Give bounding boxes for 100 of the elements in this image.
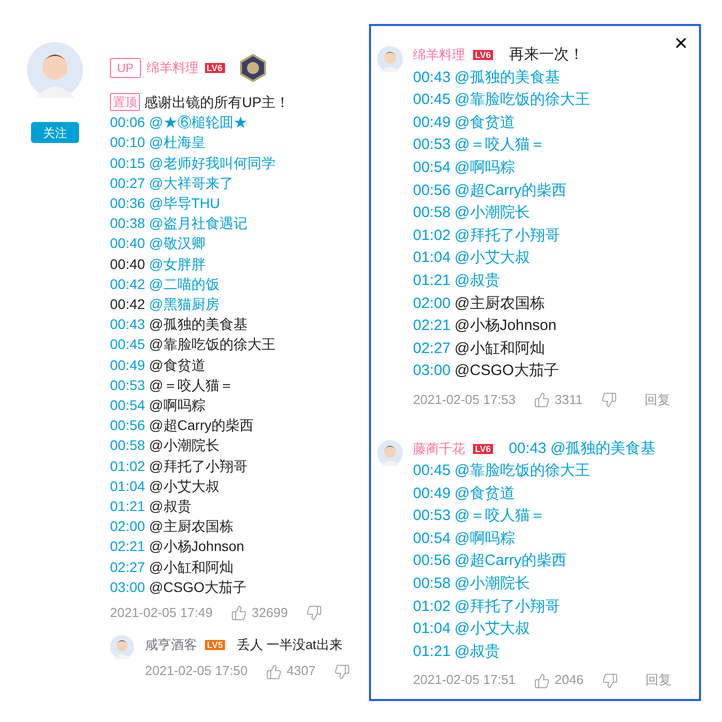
timestamp-link[interactable]: 00:38 — [110, 213, 146, 234]
reply-link[interactable]: 回复 — [644, 388, 671, 412]
mention-link[interactable]: @孤独的美食基 — [454, 66, 560, 90]
thumbs-down-icon[interactable] — [334, 664, 350, 680]
timestamp-link[interactable]: 01:21 — [413, 270, 451, 293]
timestamp-link[interactable]: 01:21 — [413, 640, 451, 664]
timestamp-link[interactable]: 00:56 — [110, 415, 146, 436]
timestamp-link[interactable]: 00:43 — [508, 438, 546, 460]
mention-link[interactable]: @老师好我叫何同学 — [149, 152, 276, 173]
comment-text: 再来一次！ — [508, 45, 584, 65]
timestamp-link[interactable]: 01:04 — [413, 247, 451, 270]
timestamp-link[interactable]: 00:36 — [110, 193, 146, 214]
timestamp-link[interactable]: 00:10 — [110, 132, 146, 153]
timestamp-link[interactable]: 02:00 — [110, 516, 146, 536]
mention-link[interactable]: @毕导THU — [149, 193, 220, 214]
timestamp-link[interactable]: 00:42 — [110, 294, 146, 314]
thumbs-up-icon[interactable] — [534, 392, 550, 408]
follow-button[interactable]: 关注 — [31, 122, 79, 143]
thumbs-up-icon[interactable] — [266, 664, 282, 680]
mention-link[interactable]: @靠脸吃饭的徐大王 — [454, 460, 590, 483]
timestamp-link[interactable]: 00:56 — [413, 550, 451, 574]
close-icon[interactable] — [673, 35, 689, 51]
timestamp-link[interactable]: 03:00 — [110, 576, 146, 598]
timestamp-link[interactable]: 00:54 — [413, 156, 451, 180]
timestamp-link[interactable]: 01:04 — [413, 618, 451, 641]
mention-link[interactable]: @超Carry的柴西 — [454, 180, 566, 202]
timestamp-link[interactable]: 01:04 — [110, 476, 146, 496]
timestamp-link[interactable]: 02:27 — [413, 338, 451, 360]
username[interactable]: 咸亨酒客 — [145, 635, 197, 656]
thumbs-up-icon[interactable] — [534, 672, 550, 689]
timestamp-link[interactable]: 00:49 — [413, 112, 451, 134]
timestamp-link[interactable]: 00:40 — [110, 233, 146, 254]
comment-date: 2021-02-05 17:51 — [413, 671, 516, 690]
timestamp-link[interactable]: 00:45 — [413, 89, 451, 112]
thumbs-up-icon[interactable] — [230, 605, 247, 622]
mention-link[interactable]: @大祥哥来了 — [149, 172, 234, 194]
timestamp-link[interactable]: 00:49 — [110, 354, 146, 375]
timestamp-link[interactable]: 00:53 — [110, 374, 146, 396]
timestamp-link[interactable]: 00:53 — [413, 505, 451, 528]
mention-link[interactable]: @女胖胖 — [149, 254, 206, 274]
timestamp-link[interactable]: 00:54 — [413, 528, 451, 550]
mention-link[interactable]: @小潮院长 — [454, 573, 530, 596]
mention-link[interactable]: @超Carry的柴西 — [454, 550, 566, 574]
mention-link[interactable]: @★⑥槌轮囬★ — [149, 112, 248, 132]
timestamp-link[interactable]: 00:58 — [413, 573, 451, 596]
mention-link[interactable]: @啊吗粽 — [454, 528, 515, 550]
mention-link[interactable]: @食贫道 — [454, 482, 515, 506]
mention-link[interactable]: @＝咬人猫＝ — [454, 134, 545, 157]
username[interactable]: 绵羊料理 — [146, 58, 199, 78]
timestamp-link[interactable]: 00:43 — [413, 66, 451, 90]
timestamp-link[interactable]: 00:43 — [110, 314, 146, 334]
timestamp-link[interactable]: 02:21 — [413, 315, 451, 338]
timestamp-link[interactable]: 00:45 — [110, 334, 146, 355]
mention-link[interactable]: @食贫道 — [454, 112, 515, 134]
timestamp-link[interactable]: 00:49 — [413, 482, 451, 506]
timestamp-link[interactable]: 01:02 — [110, 456, 146, 476]
thumbs-down-icon[interactable] — [600, 392, 617, 408]
mention-text: @＝咬人猫＝ — [149, 376, 234, 395]
like-count: 4307 — [286, 662, 316, 680]
mention-link[interactable]: @叔贵 — [454, 270, 500, 293]
timestamp-link[interactable]: 00:45 — [413, 460, 451, 483]
mention-link[interactable]: @盗月社食遇记 — [149, 213, 248, 234]
timestamp-link[interactable]: 00:40 — [110, 254, 146, 274]
timestamp-link[interactable]: 03:00 — [413, 360, 451, 383]
timestamp-link[interactable]: 00:56 — [413, 180, 451, 202]
timestamp-link[interactable]: 01:02 — [413, 224, 451, 248]
mention-link[interactable]: @靠脸吃饭的徐大王 — [454, 89, 590, 112]
mention-link[interactable]: @小潮院长 — [454, 202, 530, 225]
timestamp-link[interactable]: 01:02 — [413, 596, 451, 618]
mention-link[interactable]: @＝咬人猫＝ — [454, 505, 545, 528]
timestamp-link[interactable]: 01:21 — [110, 496, 146, 516]
mention-link[interactable]: @小艾大叔 — [454, 618, 530, 641]
timestamp-link[interactable]: 02:00 — [413, 292, 451, 316]
timestamp-link[interactable]: 00:58 — [110, 435, 146, 456]
timestamp-link[interactable]: 02:27 — [110, 556, 146, 577]
timestamp-link[interactable]: 00:15 — [110, 152, 146, 173]
timestamp-link[interactable]: 00:42 — [110, 274, 146, 294]
timestamp-link[interactable]: 00:54 — [110, 395, 146, 416]
username[interactable]: 绵羊料理 — [413, 44, 465, 67]
timestamp-link[interactable]: 00:27 — [110, 172, 146, 194]
level-badge: LV6 — [473, 50, 493, 60]
thumbs-down-icon[interactable] — [602, 672, 618, 689]
timestamp-link[interactable]: 00:53 — [413, 134, 451, 157]
timestamp-link[interactable]: 00:58 — [413, 202, 451, 225]
username[interactable]: 藤蔺千花 — [413, 438, 465, 460]
reply-link[interactable]: 回复 — [646, 669, 672, 692]
mention-link[interactable]: @叔贵 — [454, 640, 500, 664]
mention-link[interactable]: @孤独的美食基 — [550, 438, 656, 460]
mention-link[interactable]: @啊吗粽 — [454, 156, 515, 180]
mention-link[interactable]: @拜托了小翔哥 — [454, 596, 560, 618]
timestamp-link[interactable]: 00:06 — [110, 112, 146, 132]
mention-text: @主厨农国栋 — [454, 294, 545, 314]
mention-link[interactable]: @敬汉卿 — [149, 233, 206, 254]
mention-link[interactable]: @二喵的饭 — [149, 274, 220, 294]
mention-link[interactable]: @小艾大叔 — [454, 247, 530, 270]
timestamp-link[interactable]: 02:21 — [110, 536, 146, 557]
mention-link[interactable]: @黑猫厨房 — [149, 294, 220, 314]
mention-link[interactable]: @拜托了小翔哥 — [454, 224, 560, 248]
mention-link[interactable]: @杜海皇 — [149, 132, 206, 153]
thumbs-down-icon[interactable] — [306, 605, 322, 622]
